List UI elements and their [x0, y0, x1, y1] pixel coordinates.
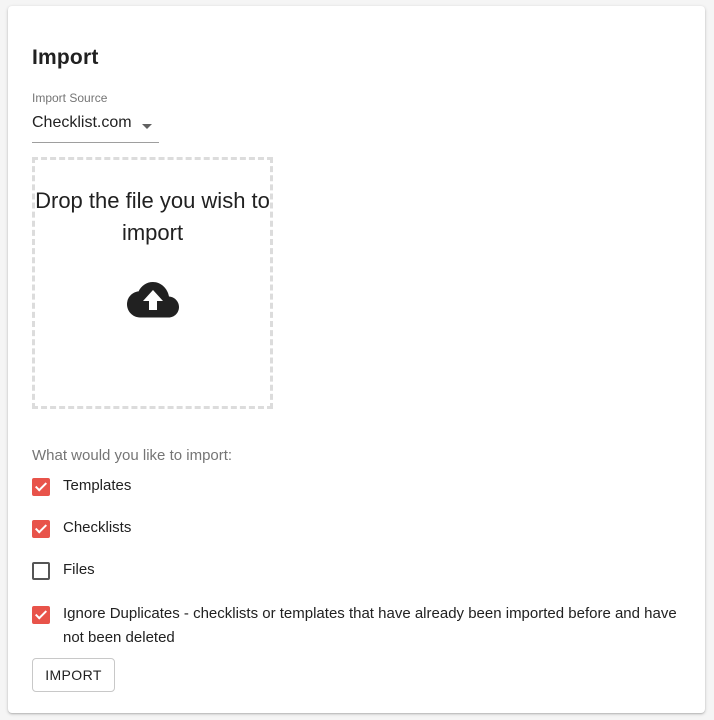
dropzone-text: Drop the file you wish to import	[35, 188, 270, 245]
import-card: Import Import Source Checklist.com Drop …	[8, 6, 705, 713]
cloud-upload-icon	[127, 282, 179, 318]
option-checklists[interactable]: Checklists	[32, 519, 131, 540]
option-label: Files	[63, 561, 95, 578]
chevron-down-icon	[142, 124, 152, 129]
option-label: Checklists	[63, 519, 132, 536]
files-checkbox[interactable]	[32, 562, 50, 580]
option-templates[interactable]: Templates	[32, 477, 131, 498]
option-label: Templates	[63, 477, 132, 494]
checklists-checkbox[interactable]	[32, 520, 50, 538]
option-files[interactable]: Files	[32, 561, 95, 582]
option-label: Ignore Duplicates - checklists or templa…	[63, 605, 677, 646]
templates-checkbox[interactable]	[32, 478, 50, 496]
option-ignore-duplicates[interactable]: Ignore Duplicates - checklists or templa…	[32, 605, 683, 650]
import-button[interactable]: IMPORT	[32, 658, 115, 692]
import-source-select[interactable]: Checklist.com	[32, 112, 159, 143]
file-dropzone[interactable]: Drop the file you wish to import	[32, 157, 273, 409]
import-source-value: Checklist.com	[32, 114, 132, 131]
page-title: Import	[32, 46, 99, 69]
import-source-label: Import Source	[32, 91, 108, 105]
import-options-prompt: What would you like to import:	[32, 447, 233, 464]
ignore-duplicates-checkbox[interactable]	[32, 606, 50, 624]
